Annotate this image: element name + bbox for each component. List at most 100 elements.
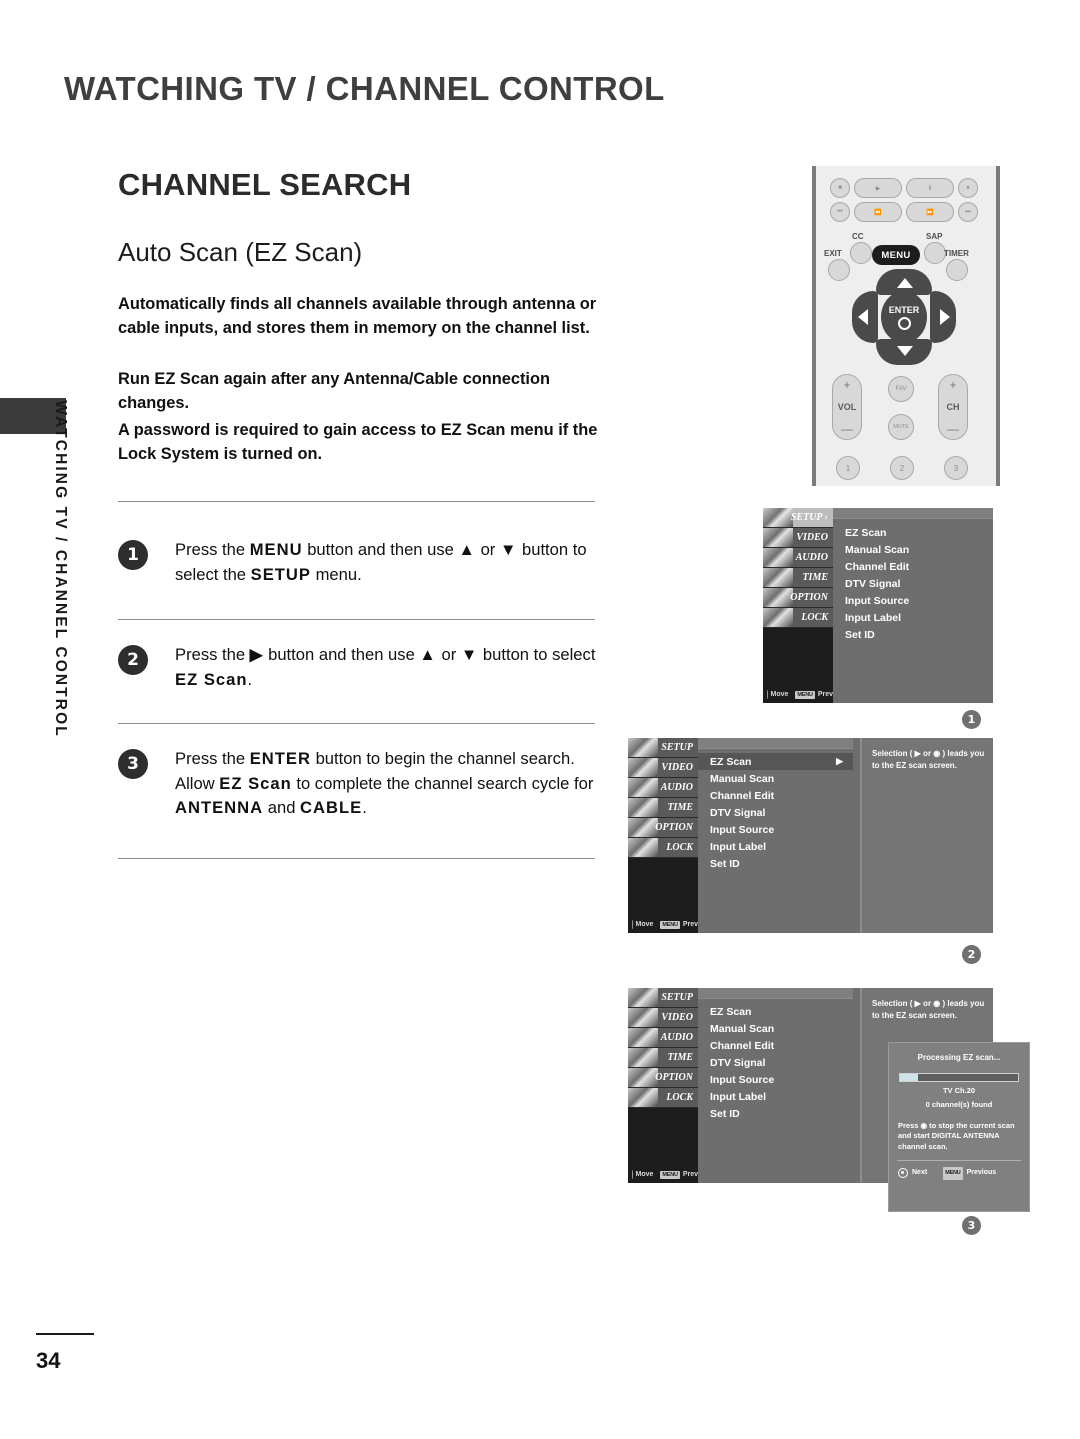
menu-item-channel-edit[interactable]: Channel Edit (698, 1037, 853, 1054)
step-1-badge: 1 (118, 540, 148, 570)
menu-tab-video[interactable]: VIDEO (628, 1008, 698, 1028)
step-plain-text: Press the (175, 540, 250, 559)
menu-item-label: DTV Signal (710, 806, 766, 819)
step-keyword: CABLE (300, 798, 363, 818)
step-keyword: ▼ (499, 540, 518, 559)
dialog-channel-label: TV Ch.20 (942, 1085, 976, 1095)
menu-item-label: EZ Scan (710, 1005, 752, 1018)
step-plain-text: to complete the channel search cycle for (291, 773, 594, 793)
step-3: 3 Press the ENTER button to begin the ch… (118, 747, 608, 821)
tv-menu-screenshot-1: SETUP › VIDEO AUDIO TIME OPTION LOCK Move MENU P… (763, 508, 993, 703)
menu-item-dtv-signal[interactable]: DTV Signal (698, 804, 853, 821)
channel-rocker: + CH — (938, 374, 968, 440)
menu-item-input-label[interactable]: Input Label (833, 609, 993, 626)
up-arrow-icon (897, 278, 913, 288)
menu-tab-thumbnail-icon (763, 608, 793, 627)
menu-tab-setup[interactable]: SETUP › (763, 508, 833, 528)
menu-item-ez-scan[interactable]: EZ Scan (833, 524, 993, 541)
menu-item-channel-edit[interactable]: Channel Edit (698, 787, 853, 804)
pause-button-icon: Ⅱ (906, 178, 954, 198)
navigation-icon (632, 920, 633, 929)
step-2-badge: 2 (118, 645, 148, 675)
menu-tab-audio[interactable]: AUDIO (628, 778, 698, 798)
step-2-text: Press the ▶ button and then use ▲ or ▼ b… (175, 643, 608, 692)
record-button-icon: ● (958, 178, 978, 198)
menu-item-label: Channel Edit (845, 560, 910, 573)
step-plain-text: or (475, 540, 500, 559)
menu-tab-setup[interactable]: SETUP (628, 988, 698, 1008)
menu-item-dtv-signal[interactable]: DTV Signal (833, 575, 993, 592)
menu-tab-thumbnail-icon (628, 1088, 658, 1107)
menu-tab-video[interactable]: VIDEO (763, 528, 833, 548)
body-paragraph-3: A password is required to gain access to… (118, 421, 598, 464)
exit-button (828, 259, 850, 281)
menu-footer-prev-label: Prev (682, 1171, 698, 1178)
divider-3 (118, 723, 595, 724)
menu-item-label: Input Source (710, 823, 775, 836)
stop-button-icon: ■ (830, 178, 850, 198)
menu-item-input-source[interactable]: Input Source (698, 821, 853, 838)
step-keyword: ANTENNA (175, 798, 264, 818)
menu-key-chip: MENU (943, 1167, 963, 1180)
dialog-body-text: Press ◉ to stop the current scan and sta… (898, 1120, 1015, 1151)
rewind-button-icon: ⏪ (854, 202, 902, 222)
menu-item-input-source[interactable]: Input Source (698, 1071, 853, 1088)
menu-footer-hints: Move MENU Prev (763, 690, 833, 699)
menu-tab-lock[interactable]: LOCK (628, 1088, 698, 1108)
menu-tab-label: SETUP (661, 992, 693, 1003)
enter-dot-icon (897, 316, 911, 330)
menu-tab-thumbnail-icon (763, 528, 793, 547)
menu-footer-prev-label: Prev (682, 921, 698, 928)
menu-tab-label: VIDEO (661, 762, 693, 773)
step-plain-text: . (247, 669, 253, 689)
menu-key-chip: MENU (795, 690, 815, 699)
menu-tab-time[interactable]: TIME (628, 798, 698, 818)
menu-item-set-id[interactable]: Set ID (833, 626, 993, 643)
menu-tab-audio[interactable]: AUDIO (628, 1028, 698, 1048)
menu-tab-label: SETUP › (790, 512, 828, 523)
menu-item-label: Manual Scan (710, 772, 775, 785)
menu-item-manual-scan[interactable]: Manual Scan (698, 770, 853, 787)
menu-tab-video[interactable]: VIDEO (628, 758, 698, 778)
menu-item-manual-scan[interactable]: Manual Scan (833, 541, 993, 558)
menu-tab-lock[interactable]: LOCK (763, 608, 833, 628)
timer-label: TIMER (944, 249, 969, 258)
menu-tab-option[interactable]: OPTION (628, 818, 698, 838)
menu-footer-prev-label: Prev (817, 691, 833, 698)
menu-tab-lock[interactable]: LOCK (628, 838, 698, 858)
menu-tab-setup[interactable]: SETUP (628, 738, 698, 758)
step-keyword: EZ Scan (175, 669, 248, 689)
menu-titlebar (698, 988, 853, 999)
menu-item-label: DTV Signal (710, 1056, 766, 1069)
step-keyword: ▶ (249, 645, 264, 664)
menu-item-set-id[interactable]: Set ID (698, 855, 853, 872)
menu-item-ez-scan[interactable]: EZ Scan (698, 1003, 853, 1020)
menu-tab-time[interactable]: TIME (628, 1048, 698, 1068)
menu-item-set-id[interactable]: Set ID (698, 1105, 853, 1122)
menu-tab-option[interactable]: OPTION (763, 588, 833, 608)
menu-tab-thumbnail-icon (628, 738, 658, 757)
menu-tab-label: TIME (667, 1052, 693, 1063)
menu-tab-label: AUDIO (795, 552, 828, 563)
sap-button (924, 242, 946, 264)
menu-tab-option[interactable]: OPTION (628, 1068, 698, 1088)
menu-item-label: Input Label (710, 840, 766, 853)
menu-item-label: Set ID (710, 1107, 740, 1120)
menu-item-input-source[interactable]: Input Source (833, 592, 993, 609)
menu-tab-audio[interactable]: AUDIO (763, 548, 833, 568)
menu-tab-label: OPTION (790, 592, 828, 603)
menu-item-manual-scan[interactable]: Manual Scan (698, 1020, 853, 1037)
step-keyword: EZ Scan (219, 773, 292, 793)
menu-item-input-label[interactable]: Input Label (698, 838, 853, 855)
menu-item-ez-scan[interactable]: EZ Scan ▶ (698, 753, 853, 770)
menu-tab-thumbnail-icon (628, 1008, 658, 1027)
menu-item-channel-edit[interactable]: Channel Edit (833, 558, 993, 575)
menu-tab-time[interactable]: TIME (763, 568, 833, 588)
menu-button: MENU (872, 245, 920, 265)
menu-item-dtv-signal[interactable]: DTV Signal (698, 1054, 853, 1071)
menu-tab-label: VIDEO (661, 1012, 693, 1023)
footer-rule (36, 1333, 94, 1335)
menu-item-column-3: EZ Scan Manual Scan Channel Edit DTV Signal… (698, 988, 853, 1183)
menu-item-input-label[interactable]: Input Label (698, 1088, 853, 1105)
menu-footer-move-label: Move (635, 1171, 654, 1178)
